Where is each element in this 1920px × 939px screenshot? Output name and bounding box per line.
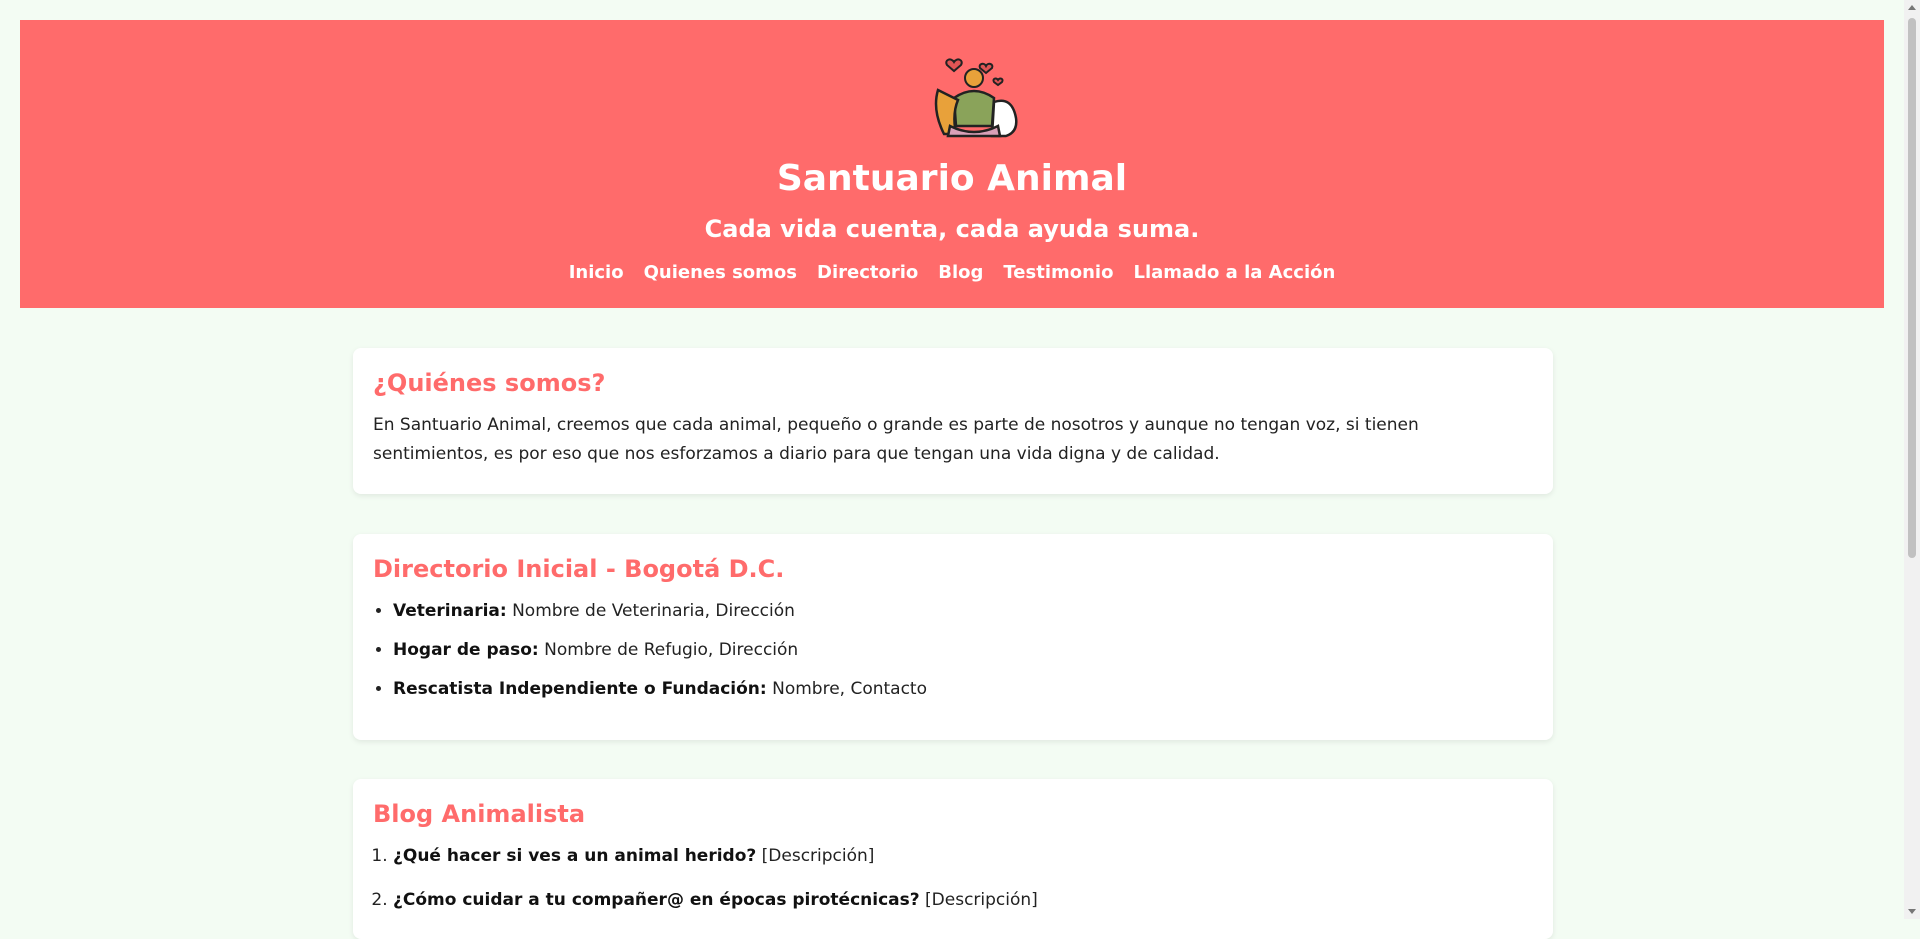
directory-list: Veterinaria: Nombre de Veterinaria, Dire… [373,597,1533,703]
scrollbar-thumb[interactable] [1908,18,1916,558]
list-item: Hogar de paso: Nombre de Refugio, Direcc… [393,636,1533,664]
nav-link-blog[interactable]: Blog [938,262,983,283]
blog-item-description: [Descripción] [925,890,1038,911]
about-section: ¿Quiénes somos? En Santuario Animal, cre… [353,348,1553,494]
blog-item-description: [Descripción] [761,846,875,867]
directory-item-value: Nombre, Contacto [772,679,928,700]
nav-link-testimonio[interactable]: Testimonio [1003,262,1113,283]
list-item: ¿Cómo cuidar a tu compañer@ en épocas pi… [393,886,1533,914]
directory-section: Directorio Inicial - Bogotá D.C. Veterin… [353,534,1553,740]
about-text: En Santuario Animal, creemos que cada an… [373,415,1419,465]
scroll-down-icon[interactable] [1908,909,1916,914]
site-tagline: Cada vida cuenta, cada ayuda suma. [704,215,1200,243]
list-item: ¿Qué hacer si ves a un animal herido? [D… [393,842,1533,870]
directory-heading: Directorio Inicial - Bogotá D.C. [373,555,785,583]
main-nav: Inicio Quienes somos Directorio Blog Tes… [20,262,1884,283]
about-heading: ¿Quiénes somos? [373,369,606,397]
blog-section: Blog Animalista ¿Qué hacer si ves a un a… [353,779,1553,939]
blog-item-title: ¿Qué hacer si ves a un animal herido? [393,846,757,867]
nav-link-inicio[interactable]: Inicio [569,262,624,283]
person-with-pets-hearts-icon [934,58,1018,138]
directory-item-label: Rescatista Independiente o Fundación: [393,679,767,700]
nav-link-llamado-accion[interactable]: Llamado a la Acción [1133,262,1335,283]
page-scrollbar[interactable] [1904,0,1920,919]
directory-item-label: Veterinaria: [393,601,507,622]
list-item: Veterinaria: Nombre de Veterinaria, Dire… [393,597,1533,625]
nav-link-quienes-somos[interactable]: Quienes somos [644,262,797,283]
directory-item-value: Nombre de Refugio, Dirección [544,640,799,661]
scroll-up-icon[interactable] [1908,5,1916,10]
directory-item-value: Nombre de Veterinaria, Dirección [512,601,795,622]
directory-item-label: Hogar de paso: [393,640,539,661]
site-title: Santuario Animal [776,158,1128,199]
site-header: Santuario Animal Cada vida cuenta, cada … [20,20,1884,308]
blog-heading: Blog Animalista [373,800,586,828]
blog-list: ¿Qué hacer si ves a un animal herido? [D… [373,842,1533,914]
blog-item-title: ¿Cómo cuidar a tu compañer@ en épocas pi… [393,890,920,911]
nav-link-directorio[interactable]: Directorio [817,262,918,283]
list-item: Rescatista Independiente o Fundación: No… [393,675,1533,703]
